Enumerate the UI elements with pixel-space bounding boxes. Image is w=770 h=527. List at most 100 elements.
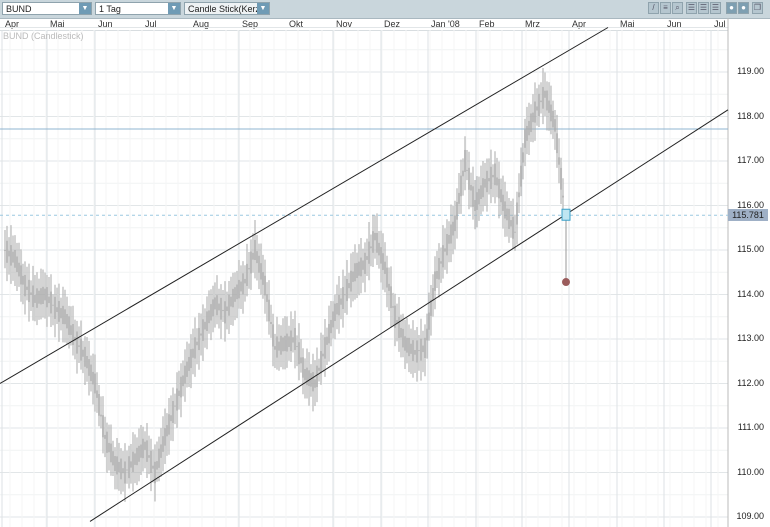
- candle: [496, 177, 498, 186]
- candle: [96, 390, 98, 398]
- candle: [168, 414, 170, 435]
- candle: [144, 441, 146, 450]
- last-price-label: 115.781: [728, 209, 768, 222]
- candle: [532, 112, 534, 123]
- candle: [510, 220, 512, 227]
- candle: [254, 239, 256, 261]
- candle: [362, 260, 364, 270]
- candle: [94, 373, 96, 394]
- candle: [562, 195, 564, 198]
- candle: [4, 250, 6, 251]
- candle: [14, 250, 16, 268]
- candle: [404, 336, 406, 351]
- candle: [358, 261, 360, 276]
- candle: [56, 307, 58, 313]
- candle: [188, 356, 190, 371]
- candle: [76, 331, 78, 354]
- candle: [464, 149, 466, 173]
- candle: [316, 365, 318, 388]
- candle: [88, 359, 90, 376]
- price-tick: 116.00: [737, 199, 764, 210]
- candle: [286, 333, 288, 352]
- candle: [374, 232, 376, 241]
- candle: [498, 178, 500, 199]
- candle: [352, 271, 354, 282]
- candle: [412, 340, 414, 362]
- candle: [52, 304, 54, 306]
- candle: [244, 278, 246, 284]
- candle: [200, 333, 202, 336]
- candle: [504, 201, 506, 219]
- candle: [344, 294, 346, 296]
- candle: [48, 296, 50, 304]
- candle: [524, 129, 526, 148]
- candle: [512, 216, 514, 239]
- candle: [336, 302, 338, 315]
- candle: [10, 245, 12, 266]
- candle: [98, 393, 100, 416]
- candle: [214, 297, 216, 310]
- candle: [540, 100, 542, 103]
- candle: [448, 234, 450, 244]
- candle: [202, 319, 204, 341]
- candle: [82, 349, 84, 357]
- candle: [166, 425, 168, 437]
- candle: [560, 167, 562, 190]
- candle: [150, 450, 152, 473]
- candle: [66, 313, 68, 329]
- candle: [380, 247, 382, 264]
- candle: [54, 296, 56, 319]
- candle: [140, 444, 142, 458]
- candle: [228, 294, 230, 316]
- candle: [256, 251, 258, 264]
- price-tick: 111.00: [737, 422, 764, 432]
- candle: [558, 157, 560, 165]
- price-chart[interactable]: [0, 0, 770, 527]
- candle: [152, 465, 154, 469]
- price-tick: 112.00: [737, 377, 764, 388]
- candle: [306, 367, 308, 386]
- candle: [70, 325, 72, 335]
- candle: [192, 348, 194, 358]
- candle: [20, 265, 22, 285]
- candle: [528, 120, 530, 136]
- candle: [216, 295, 218, 316]
- candle: [90, 364, 92, 382]
- candle: [92, 371, 94, 385]
- candle: [520, 165, 522, 187]
- candle: [544, 90, 546, 98]
- candle: [318, 367, 320, 371]
- candle: [12, 251, 14, 263]
- candle: [440, 261, 442, 264]
- candle: [486, 170, 488, 193]
- candle: [526, 125, 528, 141]
- candle: [224, 301, 226, 324]
- candle: [442, 245, 444, 268]
- candle: [382, 253, 384, 270]
- candle: [478, 188, 480, 205]
- candle: [260, 263, 262, 280]
- candle: [508, 208, 510, 229]
- candle: [554, 119, 556, 132]
- candle: [480, 185, 482, 200]
- candle: [250, 251, 252, 274]
- candle: [320, 351, 322, 374]
- candle: [366, 256, 368, 260]
- candle: [34, 294, 36, 303]
- candle: [78, 345, 80, 347]
- candle: [246, 263, 248, 287]
- candle: [156, 461, 158, 470]
- price-tick: 117.00: [737, 155, 764, 165]
- candle: [444, 248, 446, 252]
- candle: [86, 355, 88, 369]
- candle: [190, 349, 192, 369]
- candle: [236, 284, 238, 300]
- candle: [432, 287, 434, 302]
- candle: [194, 337, 196, 359]
- candle: [170, 415, 172, 422]
- candle: [114, 456, 116, 472]
- candle: [324, 337, 326, 359]
- candle: [398, 316, 400, 338]
- candle: [332, 311, 334, 328]
- candle: [368, 241, 370, 264]
